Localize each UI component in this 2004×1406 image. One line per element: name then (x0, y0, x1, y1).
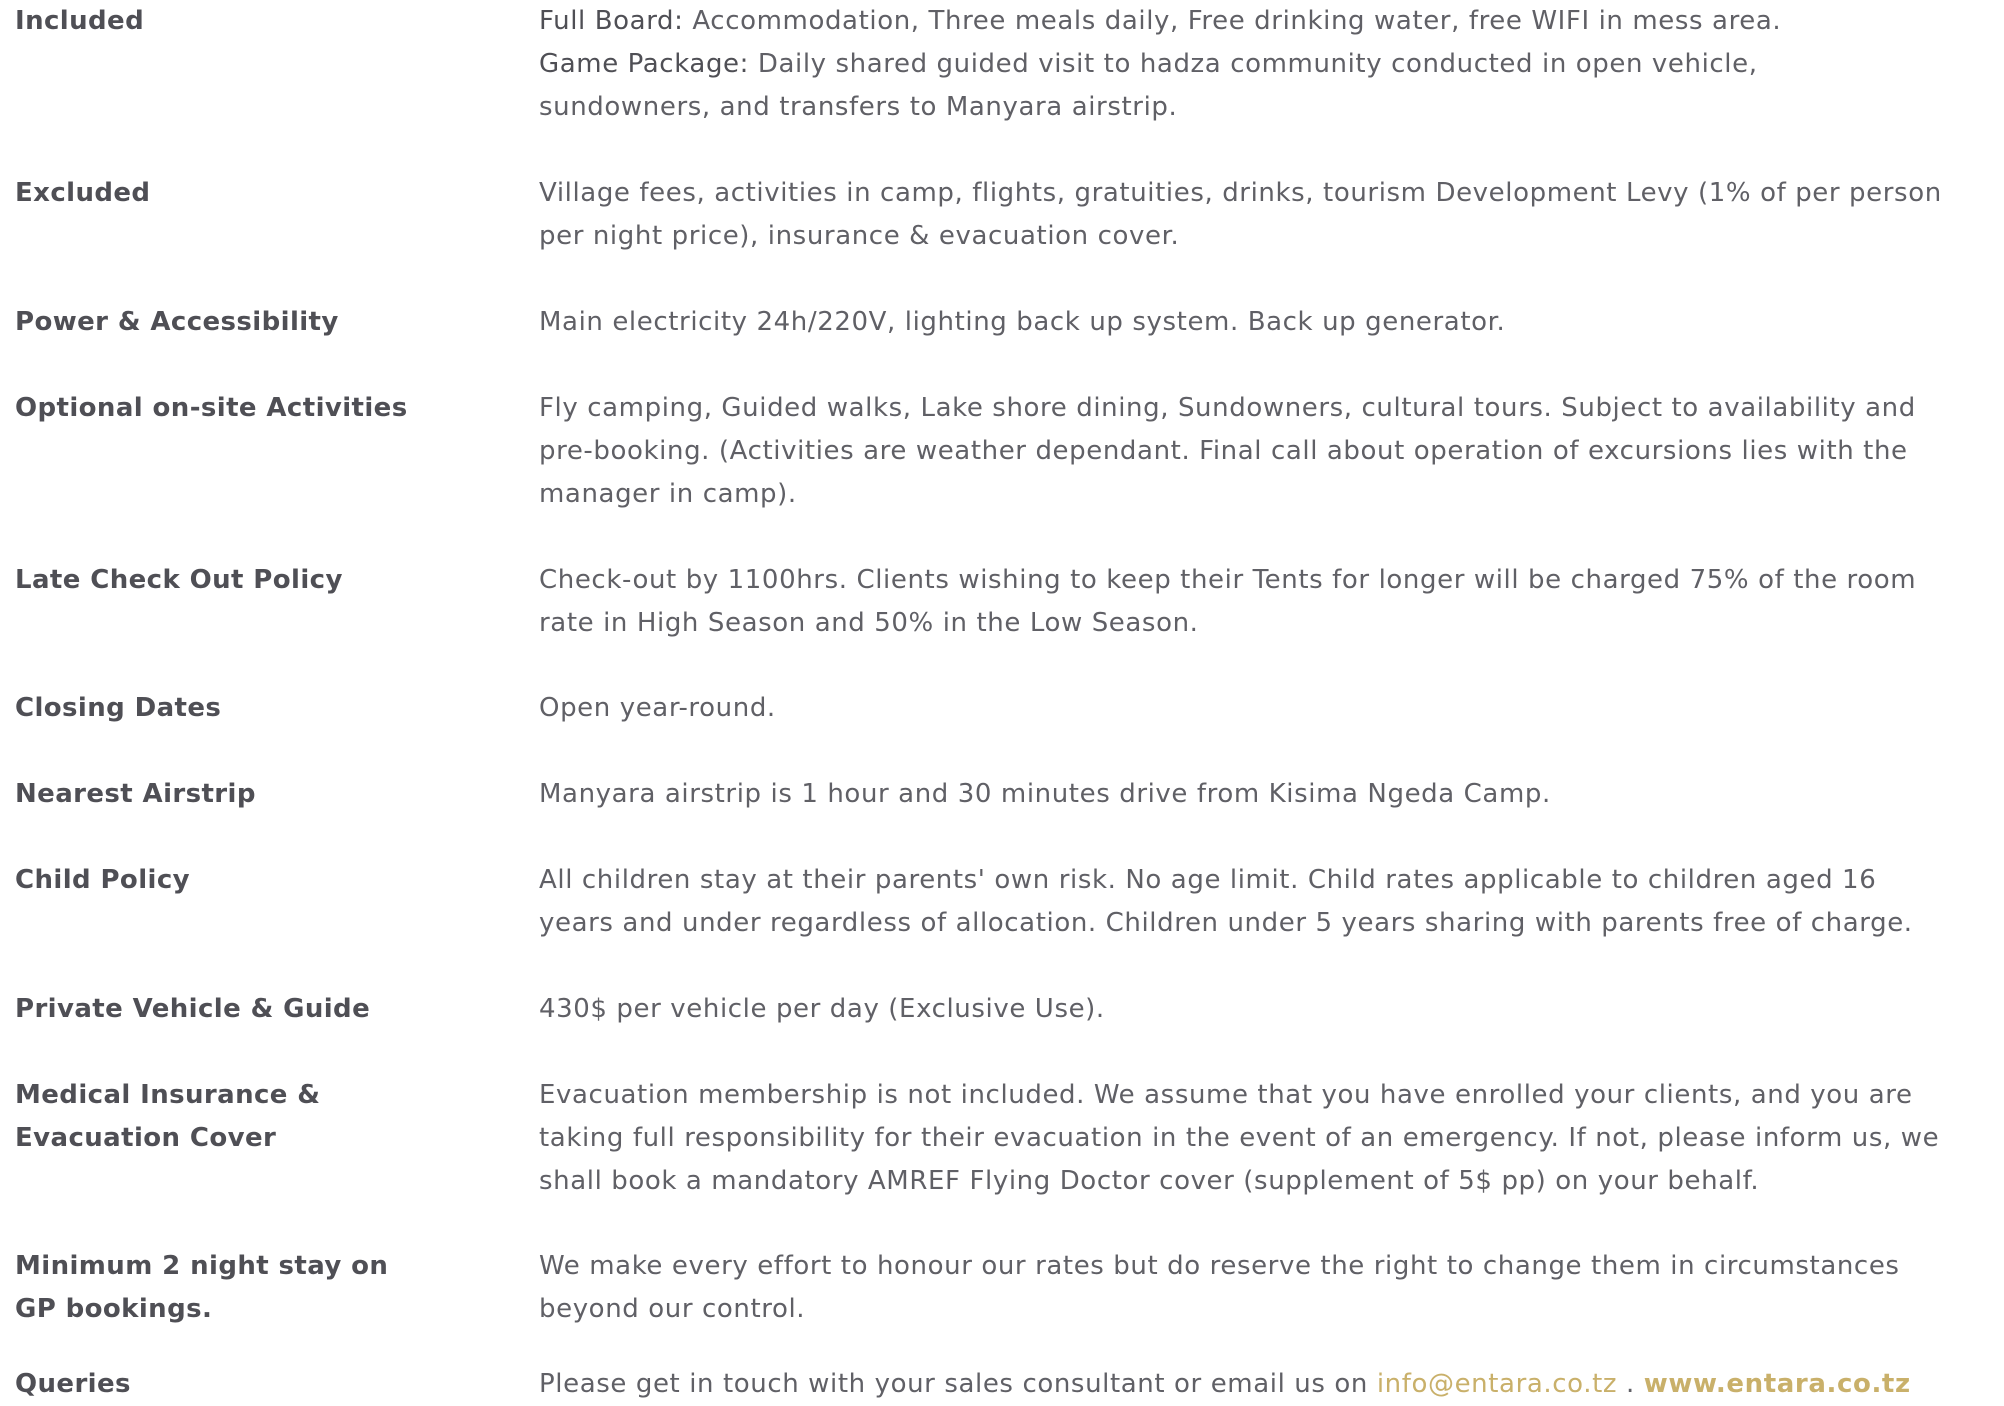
website-link[interactable]: www.entara.co.tz (1644, 1369, 1911, 1399)
game-package-lead: Game Package: (539, 49, 749, 79)
value-minimum-stay: We make every effort to honour our rates… (539, 1245, 1989, 1331)
label-late-checkout: Late Check Out Policy (15, 565, 343, 595)
value-line: All children stay at their parents' own … (539, 865, 1877, 895)
label-private-vehicle: Private Vehicle & Guide (15, 994, 371, 1024)
value-line: rate in High Season and 50% in the Low S… (539, 608, 1199, 638)
value-closing-dates: Open year-round. (539, 687, 1989, 730)
value-line: Game Package: Daily shared guided visit … (539, 43, 1989, 86)
label-power-accessibility: Power & Accessibility (15, 307, 339, 337)
label-optional-activities: Optional on-site Activities (15, 393, 408, 423)
value-line: years and under regardless of allocation… (539, 908, 1913, 938)
value-late-checkout: Check-out by 1100hrs. Clients wishing to… (539, 559, 1989, 645)
value-line: taking full responsibility for their eva… (539, 1123, 1940, 1153)
value-line: Check-out by 1100hrs. Clients wishing to… (539, 565, 1917, 595)
label-minimum-stay: Minimum 2 night stay on GP bookings. (15, 1245, 435, 1331)
label-closing-dates: Closing Dates (15, 693, 222, 723)
value-line: We make every effort to honour our rates… (539, 1251, 1900, 1281)
value-line: Open year-round. (539, 693, 776, 723)
value-power-accessibility: Main electricity 24h/220V, lighting back… (539, 301, 1989, 344)
value-line: Evacuation membership is not included. W… (539, 1080, 1913, 1110)
label-medical-insurance: Medical Insurance & Evacuation Cover (15, 1074, 435, 1160)
value-line: pre-booking. (Activities are weather dep… (539, 436, 1908, 466)
value-line: Manyara airstrip is 1 hour and 30 minute… (539, 779, 1551, 809)
label-line: GP bookings. (15, 1294, 213, 1324)
label-excluded: Excluded (15, 178, 151, 208)
value-line: shall book a mandatory AMREF Flying Doct… (539, 1166, 1760, 1196)
label-child-policy: Child Policy (15, 865, 190, 895)
value-included: Full Board: Accommodation, Three meals d… (539, 0, 1989, 129)
value-line: Full Board: Accommodation, Three meals d… (539, 0, 1989, 43)
game-package-text: Daily shared guided visit to hadza commu… (749, 49, 1758, 79)
label-included: Included (15, 6, 145, 36)
value-excluded: Village fees, activities in camp, flight… (539, 172, 1989, 258)
value-optional-activities: Fly camping, Guided walks, Lake shore di… (539, 387, 1989, 516)
label-line: Medical Insurance & (15, 1080, 321, 1110)
full-board-lead: Full Board: (539, 6, 684, 36)
value-line: manager in camp). (539, 479, 797, 509)
value-line: sundowners, and transfers to Manyara air… (539, 92, 1178, 122)
label-nearest-airstrip: Nearest Airstrip (15, 779, 256, 809)
value-nearest-airstrip: Manyara airstrip is 1 hour and 30 minute… (539, 773, 1989, 816)
value-line: Village fees, activities in camp, flight… (539, 178, 1942, 208)
full-board-text: Accommodation, Three meals daily, Free d… (683, 6, 1782, 36)
value-private-vehicle: 430$ per vehicle per day (Exclusive Use)… (539, 988, 1989, 1031)
value-line: Fly camping, Guided walks, Lake shore di… (539, 393, 1916, 423)
label-line: Evacuation Cover (15, 1123, 277, 1153)
email-link[interactable]: info@entara.co.tz (1377, 1369, 1617, 1399)
value-line: per night price), insurance & evacuation… (539, 221, 1180, 251)
value-child-policy: All children stay at their parents' own … (539, 859, 1989, 945)
value-line: Main electricity 24h/220V, lighting back… (539, 307, 1506, 337)
value-line: 430$ per vehicle per day (Exclusive Use)… (539, 994, 1105, 1024)
link-separator: . (1617, 1369, 1644, 1399)
value-line: beyond our control. (539, 1294, 806, 1324)
value-medical-insurance: Evacuation membership is not included. W… (539, 1074, 1989, 1203)
queries-text: Please get in touch with your sales cons… (539, 1369, 1377, 1399)
label-line: Minimum 2 night stay on (15, 1251, 389, 1281)
